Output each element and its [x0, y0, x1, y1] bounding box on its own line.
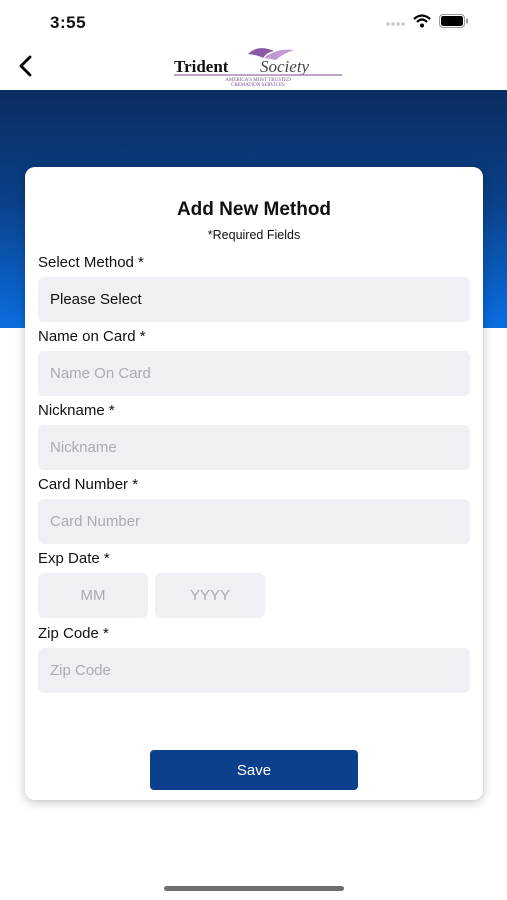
- status-time: 3:55: [50, 13, 87, 32]
- card-number-placeholder: Card Number: [50, 513, 141, 530]
- card-number-label: Card Number *: [38, 476, 139, 493]
- exp-year-input[interactable]: YYYY: [155, 573, 265, 618]
- exp-month-input[interactable]: MM: [38, 573, 148, 618]
- svg-text:Trident: Trident: [174, 57, 229, 76]
- zip-code-label: Zip Code *: [38, 625, 109, 642]
- nickname-label: Nickname *: [38, 402, 115, 419]
- name-on-card-placeholder: Name On Card: [50, 365, 151, 382]
- card-number-input[interactable]: Card Number: [38, 499, 470, 544]
- form-title: Add New Method: [176, 199, 332, 220]
- select-method-dropdown[interactable]: Please Select: [38, 277, 470, 322]
- select-method-value: Please Select: [50, 291, 142, 308]
- nickname-placeholder: Nickname: [50, 439, 117, 456]
- trident-society-logo: Trident Society AMERICA'S MOST TRUSTED C…: [174, 48, 342, 86]
- nickname-input[interactable]: Nickname: [38, 425, 470, 470]
- exp-month-placeholder: MM: [80, 587, 106, 604]
- zip-code-input[interactable]: Zip Code: [38, 648, 470, 693]
- status-icons: [385, 14, 469, 28]
- name-on-card-input[interactable]: Name On Card: [38, 351, 470, 396]
- svg-text:CREMATION SERVICES: CREMATION SERVICES: [231, 83, 285, 86]
- save-button[interactable]: Save: [150, 750, 358, 790]
- battery-icon: [439, 14, 468, 28]
- back-chevron-icon[interactable]: [12, 52, 40, 80]
- exp-year-placeholder: YYYY: [189, 587, 231, 604]
- add-method-card: Add New Method *Required Fields Select M…: [25, 167, 483, 800]
- exp-date-label: Exp Date *: [38, 550, 110, 567]
- required-note: *Required Fields: [207, 228, 301, 242]
- name-on-card-label: Name on Card *: [38, 328, 146, 345]
- svg-text:Society: Society: [260, 57, 310, 76]
- home-indicator[interactable]: [164, 886, 344, 891]
- nav-bar: Trident Society AMERICA'S MOST TRUSTED C…: [0, 44, 507, 90]
- wifi-icon: [413, 14, 431, 28]
- signal-icon: [386, 22, 405, 26]
- status-bar: 3:55: [0, 0, 507, 44]
- zip-code-placeholder: Zip Code: [50, 662, 111, 679]
- select-method-label: Select Method *: [38, 254, 144, 271]
